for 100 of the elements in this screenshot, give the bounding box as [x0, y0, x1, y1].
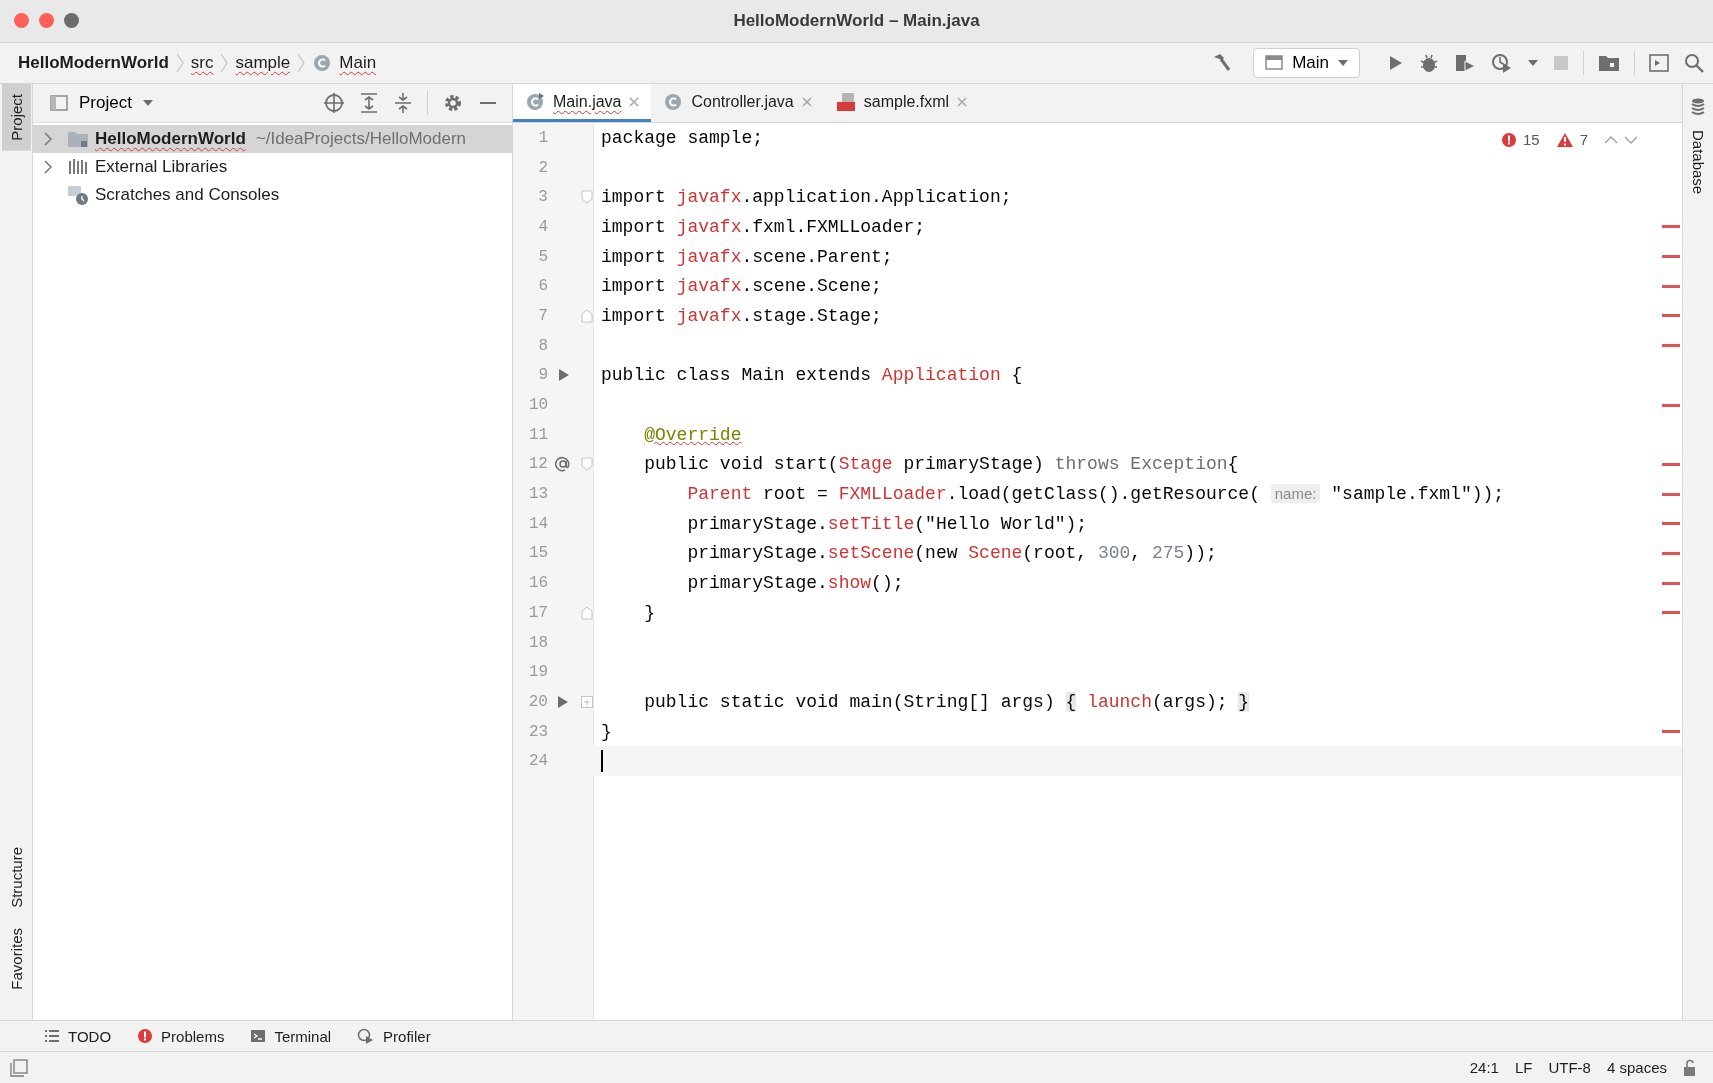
- window-title: HelloModernWorld – Main.java: [733, 11, 980, 31]
- line-number: 17: [527, 603, 548, 622]
- error-stripe-marker[interactable]: [1662, 462, 1680, 466]
- code-line: @Override: [643, 424, 742, 445]
- error-stripe-marker[interactable]: [1662, 344, 1680, 348]
- error-stripe-marker[interactable]: [1662, 730, 1680, 734]
- breadcrumb[interactable]: Main: [339, 53, 377, 73]
- error-stripe-marker[interactable]: [1662, 314, 1680, 318]
- tool-window-tab[interactable]: Database: [1683, 120, 1713, 205]
- line-number: 24: [527, 752, 549, 771]
- scratches-icon: [67, 184, 89, 206]
- code-line: import javafx.application.Application;: [601, 187, 1012, 208]
- editor-tab[interactable]: Controller.java: [651, 84, 824, 122]
- error-count: 15: [1522, 131, 1540, 148]
- minimize-button[interactable]: [39, 13, 54, 28]
- code-line: import javafx.scene.Scene;: [601, 276, 882, 297]
- breadcrumb[interactable]: HelloModernWorld: [18, 53, 169, 73]
- editor-tab[interactable]: Main.java: [513, 84, 652, 122]
- tool-window-button[interactable]: Problems: [137, 1027, 225, 1045]
- project-path: ~/IdeaProjects/HelloModern: [255, 129, 467, 149]
- line-number: 18: [527, 633, 549, 652]
- tool-window-button[interactable]: TODO: [44, 1027, 112, 1045]
- window-icon[interactable]: [1648, 53, 1670, 73]
- locate-icon[interactable]: [323, 92, 345, 114]
- code-line: Parent root = FXMLLoader.load(getClass().getResource( name: "sample.fxml"));: [686, 484, 1505, 505]
- error-stripe-marker[interactable]: [1662, 403, 1680, 407]
- tree-item[interactable]: External Libraries: [33, 153, 512, 181]
- error-stripe-marker[interactable]: [1662, 225, 1680, 229]
- panel-icon: [49, 94, 69, 112]
- warning-count: 7: [1579, 131, 1588, 148]
- line-number: 8: [537, 336, 549, 355]
- tool-window-tab[interactable]: Project: [1, 84, 31, 151]
- error-stripe-marker[interactable]: [1662, 255, 1680, 259]
- expand-all-icon[interactable]: [359, 92, 379, 114]
- search-icon[interactable]: [1683, 52, 1705, 74]
- coverage-icon[interactable]: [1453, 52, 1477, 74]
- error-stripe-marker[interactable]: [1662, 551, 1680, 555]
- close-icon[interactable]: [801, 96, 812, 107]
- tree-item[interactable]: Scratches and Consoles: [33, 181, 512, 209]
- tool-window-button[interactable]: Terminal: [250, 1027, 332, 1045]
- tool-window-tab[interactable]: Favorites: [1, 918, 31, 1000]
- bug-icon[interactable]: [1418, 52, 1440, 74]
- folder-icon: [67, 129, 89, 149]
- collapse-all-icon[interactable]: [393, 92, 413, 114]
- code-line: public void start(Stage primaryStage) throws Exception{: [643, 454, 1239, 475]
- error-stripe-marker[interactable]: [1662, 581, 1680, 585]
- settings-icon[interactable]: [442, 92, 464, 114]
- breadcrumb[interactable]: src: [190, 53, 214, 73]
- line-number: 7: [537, 306, 548, 325]
- panel-toggle-icon[interactable]: [10, 1058, 28, 1077]
- tool-window-button[interactable]: Profiler: [357, 1027, 431, 1045]
- error-stripe-marker[interactable]: [1662, 611, 1680, 615]
- error-icon: [137, 1028, 154, 1044]
- line-number: 23: [527, 722, 549, 741]
- close-button[interactable]: [14, 13, 29, 28]
- error-icon: [1500, 131, 1517, 148]
- error-stripe-marker[interactable]: [1662, 284, 1680, 288]
- override-icon[interactable]: [555, 456, 572, 473]
- database-icon: [1690, 98, 1706, 116]
- line-number: 9: [537, 366, 549, 385]
- tree-item[interactable]: HelloModernWorld ~/IdeaProjects/HelloModern: [33, 125, 512, 153]
- line-number: 13: [527, 485, 549, 504]
- project-view-dropdown[interactable]: Project: [43, 92, 160, 114]
- chevron-down-icon[interactable]: [1624, 134, 1638, 145]
- editor-tab[interactable]: sample.fxml: [823, 84, 980, 122]
- code-line: import javafx.scene.Parent;: [601, 246, 893, 267]
- class-icon: [312, 53, 333, 73]
- line-number: 2: [537, 158, 549, 177]
- line-separator[interactable]: LF: [1514, 1059, 1533, 1076]
- chevron-icon: [220, 52, 229, 74]
- caret-position[interactable]: 24:1: [1469, 1059, 1499, 1076]
- caret-icon: [141, 99, 154, 107]
- tool-window-tab[interactable]: Structure: [1, 837, 31, 919]
- code-line: package sample;: [601, 127, 764, 148]
- code-line: import javafx.stage.Stage;: [601, 305, 882, 326]
- chevron-icon[interactable]: [43, 132, 53, 146]
- list-icon: [44, 1029, 60, 1043]
- code-line: primaryStage.setScene(new Scene(root, 300, 275));: [686, 543, 1217, 564]
- error-stripe-marker[interactable]: [1662, 522, 1680, 526]
- chevron-up-icon[interactable]: [1604, 134, 1618, 145]
- code-line: }: [601, 721, 612, 742]
- class-icon: [663, 91, 684, 112]
- close-icon[interactable]: [957, 96, 968, 107]
- indent-setting[interactable]: 4 spaces: [1606, 1059, 1667, 1076]
- line-number: 3: [537, 188, 548, 207]
- run-icon[interactable]: [557, 368, 570, 383]
- application-icon: [1264, 54, 1285, 72]
- close-icon[interactable]: [629, 96, 640, 107]
- run-configuration-dropdown[interactable]: Main: [1253, 48, 1360, 78]
- run-icon[interactable]: [557, 694, 570, 709]
- breadcrumb[interactable]: sample: [235, 53, 291, 73]
- file-encoding[interactable]: UTF-8: [1548, 1059, 1591, 1076]
- chevron-icon: [297, 52, 306, 74]
- chevron-icon[interactable]: [43, 160, 53, 174]
- caret-icon[interactable]: [1527, 59, 1539, 67]
- error-stripe-marker[interactable]: [1662, 492, 1680, 496]
- library-icon: [67, 157, 89, 177]
- line-number: 19: [527, 663, 549, 682]
- chevron-icon: [175, 52, 184, 74]
- zoom-button[interactable]: [64, 13, 79, 28]
